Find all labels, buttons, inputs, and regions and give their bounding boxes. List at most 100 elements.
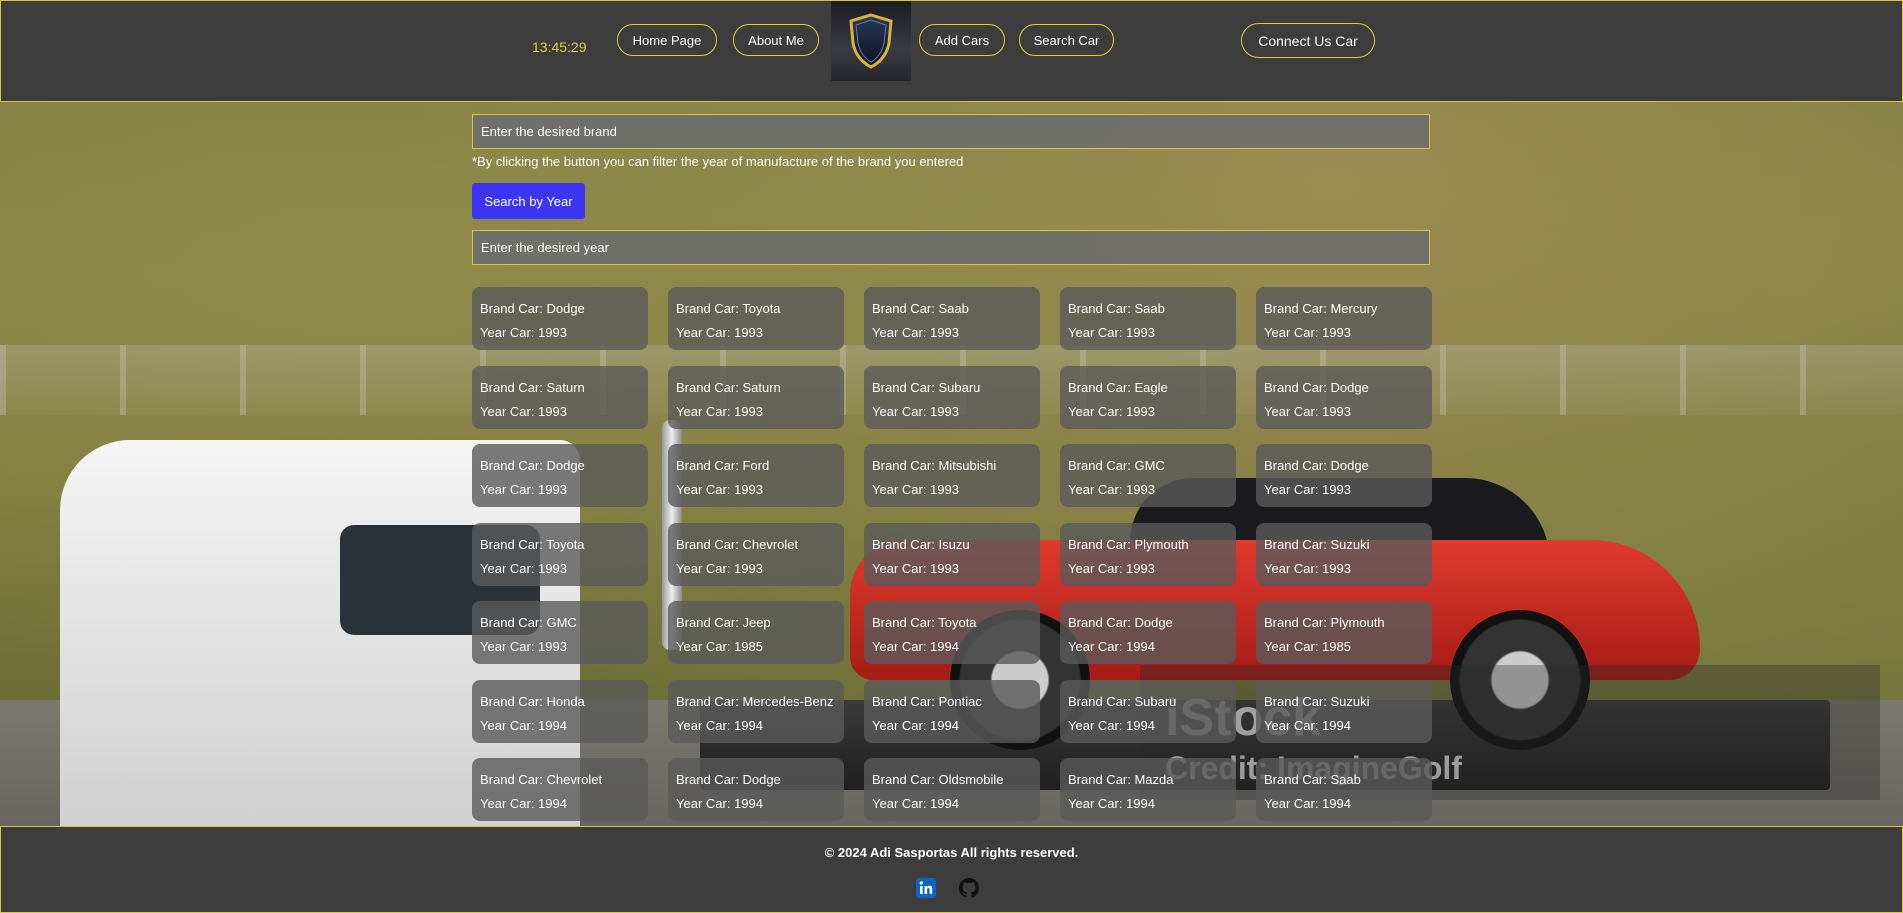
car-year: Year Car: 1993	[1264, 482, 1351, 497]
car-brand: Brand Car: Mitsubishi	[872, 458, 997, 473]
nav-add-cars-button[interactable]: Add Cars	[919, 24, 1005, 56]
car-card: Brand Car: Pontiac Year Car: 1994	[864, 679, 1040, 743]
car-card: Brand Car: Dodge Year Car: 1994	[668, 758, 844, 821]
car-card: Brand Car: Chevrolet Year Car: 1993	[668, 522, 844, 586]
car-brand: Brand Car: Ford	[676, 458, 770, 473]
nav-about-button[interactable]: About Me	[733, 24, 819, 56]
car-brand: Brand Car: Saturn	[676, 379, 781, 395]
car-card: Brand Car: Mazda Year Car: 1994	[1060, 758, 1236, 821]
car-brand: Brand Car: Eagle	[1068, 379, 1168, 395]
car-year: Year Car: 1993	[872, 482, 959, 497]
car-card: Brand Car: Saab Year Car: 1993	[1060, 287, 1236, 350]
car-year: Year Car: 1994	[676, 796, 763, 811]
car-card: Brand Car: Jeep Year Car: 1985	[668, 601, 844, 664]
car-year: Year Car: 1993	[1068, 482, 1155, 497]
car-brand: Brand Car: Plymouth	[1264, 615, 1385, 630]
filter-hint: *By clicking the button you can filter t…	[472, 154, 964, 169]
linkedin-icon[interactable]	[916, 878, 936, 898]
car-cards-grid: Brand Car: Dodge Year Car: 1993 Brand Car:…	[472, 287, 1432, 826]
car-year: Year Car: 1994	[872, 639, 959, 654]
car-year: Year Car: 1985	[1264, 639, 1351, 654]
car-year: Year Car: 1993	[480, 325, 567, 340]
year-input[interactable]	[472, 230, 1430, 265]
car-brand: Brand Car: Honda	[480, 693, 585, 709]
car-brand: Brand Car: Toyota	[872, 615, 977, 630]
footer: © 2024 Adi Sasportas All rights reserved…	[0, 826, 1903, 913]
car-brand: Brand Car: Dodge	[480, 301, 585, 316]
connect-us-button[interactable]: Connect Us Car	[1241, 23, 1375, 58]
car-year: Year Car: 1993	[676, 560, 763, 576]
car-card: Brand Car: Chevrolet Year Car: 1994	[472, 758, 648, 821]
search-page: *By clicking the button you can filter t…	[0, 101, 1903, 826]
car-card: Brand Car: Honda Year Car: 1994	[472, 679, 648, 743]
car-card: Brand Car: Saturn Year Car: 1993	[472, 365, 648, 429]
car-year: Year Car: 1994	[872, 717, 959, 733]
car-brand: Brand Car: GMC	[480, 615, 577, 630]
car-card: Brand Car: Suzuki Year Car: 1994	[1256, 679, 1432, 743]
car-year: Year Car: 1994	[1068, 717, 1155, 733]
search-by-year-button[interactable]: Search by Year	[472, 183, 585, 219]
car-brand: Brand Car: Jeep	[676, 615, 771, 630]
car-year: Year Car: 1993	[1264, 325, 1351, 340]
car-brand: Brand Car: Dodge	[1264, 379, 1369, 395]
car-brand: Brand Car: Dodge	[676, 772, 781, 787]
car-year: Year Car: 1993	[480, 639, 567, 654]
car-year: Year Car: 1993	[872, 325, 959, 340]
car-card: Brand Car: Mercedes-Benz Year Car: 1994	[668, 679, 844, 743]
car-card: Brand Car: GMC Year Car: 1993	[1060, 444, 1236, 507]
car-year: Year Car: 1985	[676, 639, 763, 654]
car-card: Brand Car: Saturn Year Car: 1993	[668, 365, 844, 429]
car-card: Brand Car: Mercury Year Car: 1993	[1256, 287, 1432, 350]
car-brand: Brand Car: Isuzu	[872, 536, 970, 552]
car-brand: Brand Car: Dodge	[1264, 458, 1369, 473]
car-card: Brand Car: Dodge Year Car: 1993	[1256, 444, 1432, 507]
car-card: Brand Car: Dodge Year Car: 1994	[1060, 601, 1236, 664]
car-year: Year Car: 1993	[1068, 325, 1155, 340]
car-year: Year Car: 1993	[1264, 560, 1351, 576]
car-brand: Brand Car: Saab	[872, 301, 969, 316]
nav-search-car-button[interactable]: Search Car	[1019, 24, 1114, 56]
car-brand: Brand Car: Suzuki	[1264, 536, 1370, 552]
car-card: Brand Car: Oldsmobile Year Car: 1994	[864, 758, 1040, 821]
github-icon[interactable]	[959, 878, 979, 898]
car-card: Brand Car: Plymouth Year Car: 1985	[1256, 601, 1432, 664]
car-year: Year Car: 1993	[872, 403, 959, 419]
car-brand: Brand Car: Subaru	[1068, 693, 1177, 709]
car-brand: Brand Car: Toyota	[676, 301, 781, 316]
car-year: Year Car: 1993	[872, 560, 959, 576]
car-year: Year Car: 1994	[1264, 796, 1351, 811]
car-brand: Brand Car: Dodge	[480, 458, 585, 473]
car-brand: Brand Car: Toyota	[480, 536, 585, 552]
car-card: Brand Car: Toyota Year Car: 1994	[864, 601, 1040, 664]
car-year: Year Car: 1994	[1068, 639, 1155, 654]
car-brand: Brand Car: Chevrolet	[676, 536, 799, 552]
shield-icon	[849, 13, 893, 69]
car-brand: Brand Car: Dodge	[1068, 615, 1173, 630]
car-year: Year Car: 1993	[480, 482, 567, 497]
car-year: Year Car: 1994	[480, 717, 567, 733]
car-card: Brand Car: Mitsubishi Year Car: 1993	[864, 444, 1040, 507]
car-card: Brand Car: Dodge Year Car: 1993	[1256, 365, 1432, 429]
car-year: Year Car: 1993	[676, 482, 763, 497]
logo[interactable]	[831, 1, 911, 81]
car-brand: Brand Car: Mazda	[1068, 772, 1174, 787]
car-year: Year Car: 1993	[480, 403, 567, 419]
car-year: Year Car: 1994	[1068, 796, 1155, 811]
car-year: Year Car: 1994	[676, 717, 763, 733]
car-brand: Brand Car: GMC	[1068, 458, 1165, 473]
car-year: Year Car: 1993	[676, 325, 763, 340]
car-brand: Brand Car: Saturn	[480, 379, 585, 395]
car-brand: Brand Car: Mercury	[1264, 301, 1378, 316]
car-card: Brand Car: GMC Year Car: 1993	[472, 601, 648, 664]
car-year: Year Car: 1993	[1068, 560, 1155, 576]
nav-home-button[interactable]: Home Page	[617, 24, 717, 56]
car-card: Brand Car: Toyota Year Car: 1993	[668, 287, 844, 350]
car-card: Brand Car: Subaru Year Car: 1993	[864, 365, 1040, 429]
car-card: Brand Car: Dodge Year Car: 1993	[472, 444, 648, 507]
car-brand: Brand Car: Plymouth	[1068, 536, 1189, 552]
car-brand: Brand Car: Chevrolet	[480, 772, 603, 787]
car-year: Year Car: 1994	[872, 796, 959, 811]
brand-input[interactable]	[472, 114, 1430, 149]
car-card: Brand Car: Saab Year Car: 1993	[864, 287, 1040, 350]
top-navbar: 13:45:29 Home Page About Me Add Cars Sea…	[0, 0, 1903, 102]
